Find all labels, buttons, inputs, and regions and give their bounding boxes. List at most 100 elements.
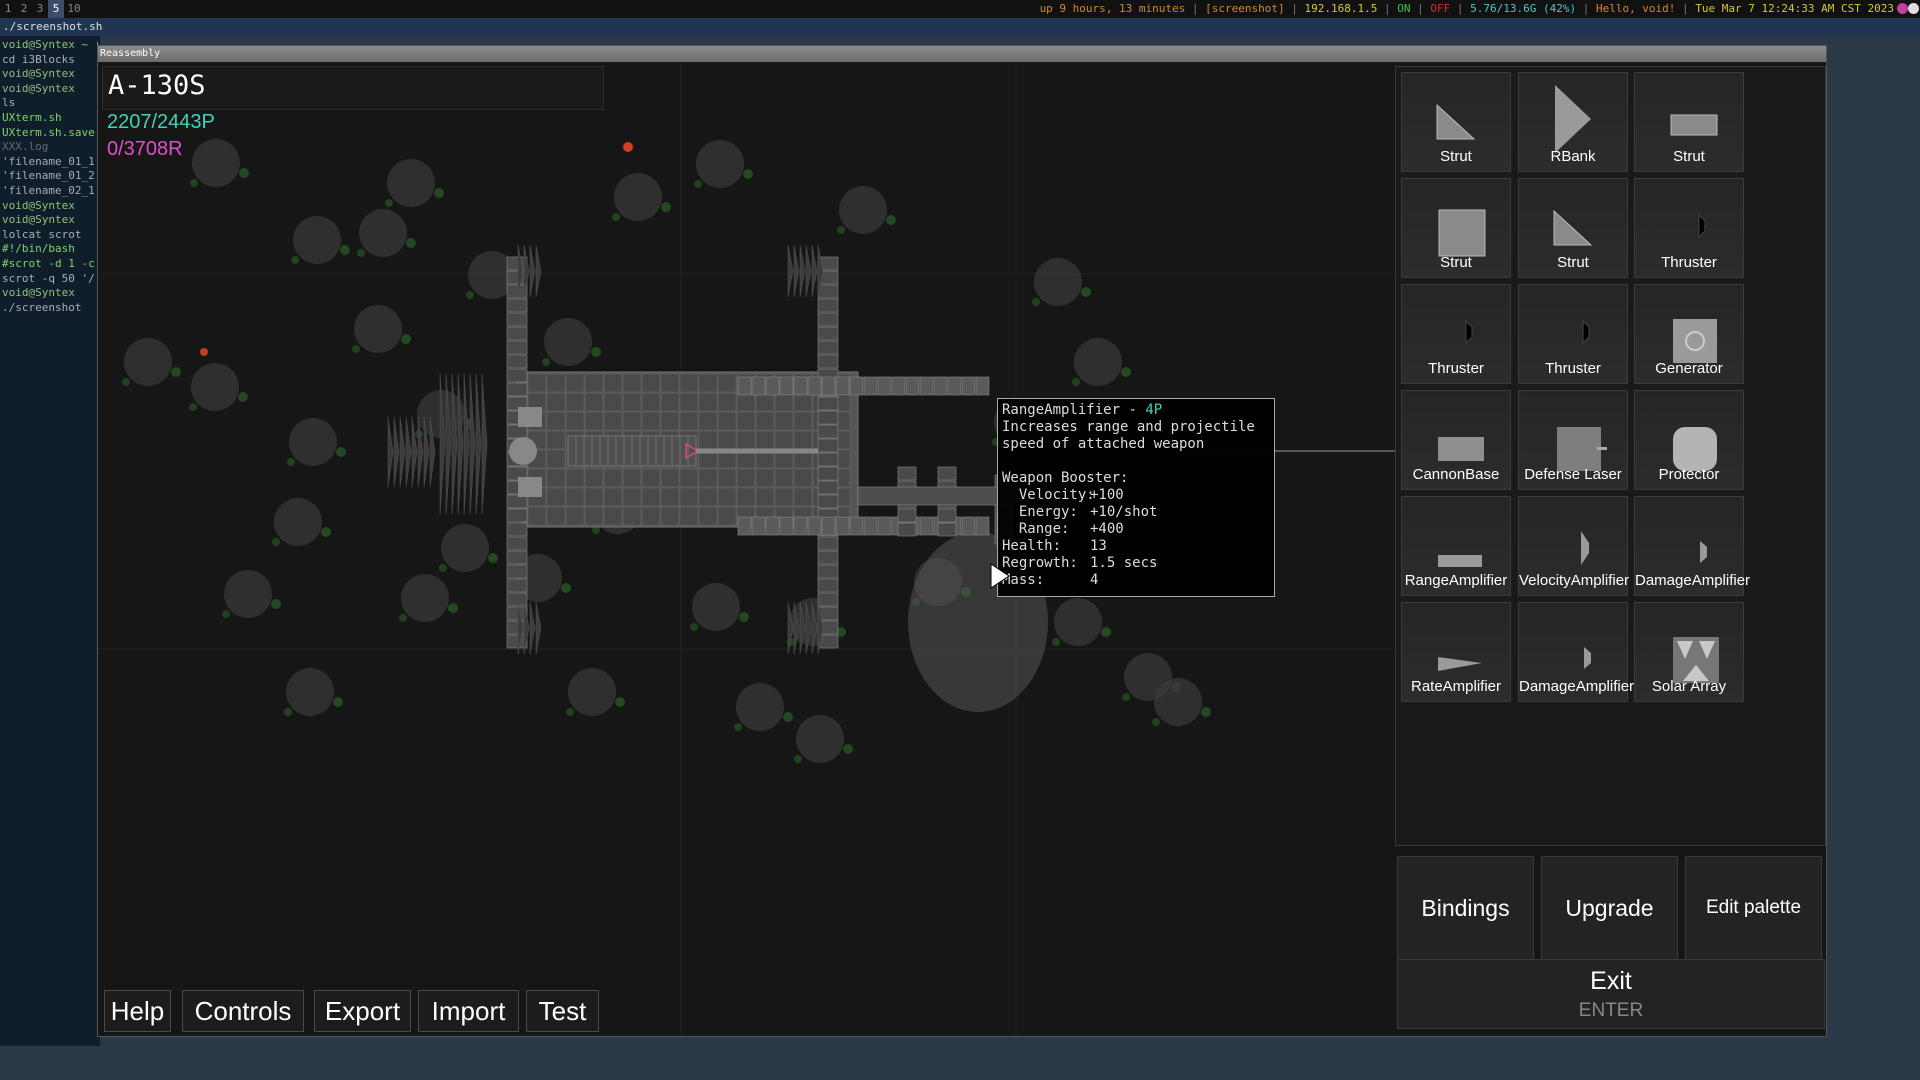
tray-app-icon-2[interactable] [1908, 3, 1919, 14]
right-triangle-icon [1553, 209, 1593, 246]
terminal-line: ls [2, 96, 16, 110]
palette-item-label: RBank [1550, 148, 1596, 165]
workspace-3[interactable]: 3 [32, 0, 48, 18]
palette-item-label: RangeAmplifier [1404, 572, 1508, 589]
tray-app-icon[interactable] [1897, 3, 1908, 14]
memory-text: 5.76/13.6G (42%) [1470, 2, 1577, 15]
tooltip-health-label: Health: [1002, 538, 1062, 554]
exit-button[interactable]: Exit ENTER [1397, 959, 1825, 1029]
tooltip-desc-2: speed of attached weapon [1002, 436, 1205, 452]
palette-item-label: CannonBase [1412, 466, 1500, 483]
export-button[interactable]: Export [314, 990, 411, 1032]
workspace-2[interactable]: 2 [16, 0, 32, 18]
palette-item-defense-laser[interactable]: Defense Laser [1518, 390, 1628, 490]
damage-amplifier-icon [1700, 541, 1707, 563]
terminal-line: void@Syntex [2, 198, 75, 212]
edit-palette-button[interactable]: Edit palette [1685, 856, 1822, 960]
import-button[interactable]: Import [418, 990, 519, 1032]
palette-item-label: RateAmplifier [1410, 678, 1502, 695]
square-icon [1438, 209, 1486, 257]
palette-item-rateamplifier[interactable]: RateAmplifier [1401, 602, 1511, 702]
tooltip-range-label: Range: [1002, 521, 1070, 537]
palette-item-generator[interactable]: Generator [1634, 284, 1744, 384]
palette-item-strut[interactable]: Strut [1401, 72, 1511, 172]
controls-button[interactable]: Controls [182, 990, 304, 1032]
resources-counter: 0/3708R [107, 138, 183, 160]
terminal-line: XXX.log [2, 140, 49, 154]
palette-item-strut[interactable]: Strut [1518, 178, 1628, 278]
workspace-5[interactable]: 5 [48, 0, 64, 18]
palette-item-rbank[interactable]: RBank [1518, 72, 1628, 172]
help-button[interactable]: Help [104, 990, 171, 1032]
palette-item-thruster[interactable]: Thruster [1518, 284, 1628, 384]
uptime-text: up 9 hours, 13 minutes [1039, 2, 1186, 15]
palette-item-damageamplifier[interactable]: DamageAmplifier [1518, 602, 1635, 702]
cannon-base-icon [1438, 437, 1484, 461]
range-amplifier-icon [1438, 555, 1482, 567]
tooltip-mass: 4 [1090, 572, 1099, 588]
palette-item-label: Solar Array [1651, 678, 1727, 695]
palette-item-thruster[interactable]: Thruster [1401, 284, 1511, 384]
terminal-line: ./screenshot [2, 300, 82, 314]
game-window-title: Reassembly [98, 46, 1826, 62]
palette-item-velocityamplifier[interactable]: VelocityAmplifier [1518, 496, 1629, 596]
terminal-line: lolcat scrot [2, 227, 82, 241]
triangle-icon [1555, 85, 1591, 153]
rate-amplifier-icon [1438, 657, 1482, 671]
game-window[interactable]: Reassembly A-130S 2207/2443P 0/3708R Ran… [97, 45, 1827, 1037]
protector-icon [1673, 427, 1717, 471]
palette-item-label: DamageAmplifier [1635, 572, 1751, 589]
palette-item-damageamplifier[interactable]: DamageAmplifier [1634, 496, 1751, 596]
palette-item-strut[interactable]: Strut [1634, 72, 1744, 172]
palette-item-label: Strut [1673, 148, 1705, 165]
screenshot-text: [screenshot] [1205, 2, 1285, 15]
right-triangle-icon [1436, 103, 1476, 140]
block-palette: Strut RBank Strut Strut Strut Thruster Thruste… [1395, 66, 1826, 846]
palette-item-label: DamageAmplifier [1519, 678, 1635, 695]
terminal-line: #scrot -d 1 -c [2, 256, 95, 270]
damage-amplifier-icon [1584, 647, 1591, 669]
palette-item-label: Strut [1440, 148, 1472, 165]
tooltip-energy-label: Energy: [1002, 504, 1078, 520]
terminal-window[interactable]: void@Syntex ~ (main) cd i3Blocks void@Syn… [0, 36, 100, 1046]
palette-item-label: Strut [1440, 254, 1472, 271]
palette-item-label: Generator [1655, 360, 1723, 377]
workspace-1[interactable]: 1 [0, 0, 16, 18]
bindings-button[interactable]: Bindings [1397, 856, 1534, 960]
terminal-line: scrot -q 50 '/ [2, 271, 95, 285]
solar-array-icon [1673, 637, 1719, 683]
tooltip-mass-label: Mass: [1002, 572, 1045, 588]
terminal-line: 'filename_01_2 [2, 169, 95, 183]
datetime-text: Tue Mar 7 12:24:33 AM CST 2023 [1695, 2, 1894, 15]
upgrade-button[interactable]: Upgrade [1541, 856, 1678, 960]
tooltip-cost: 4P [1145, 402, 1163, 418]
palette-item-cannonbase[interactable]: CannonBase [1401, 390, 1511, 490]
test-button[interactable]: Test [526, 990, 599, 1032]
workspace-10[interactable]: 10 [64, 0, 84, 18]
palette-item-strut[interactable]: Strut [1401, 178, 1511, 278]
status-blocks: up 9 hours, 13 minutes | [screenshot] | … [1039, 2, 1894, 15]
palette-item-solar-array[interactable]: Solar Array [1634, 602, 1744, 702]
tooltip-name: RangeAmplifier [1002, 402, 1121, 418]
palette-item-thruster[interactable]: Thruster [1634, 178, 1744, 278]
terminal-line: UXterm.sh.save [2, 125, 95, 139]
mouse-cursor-icon [990, 563, 1010, 589]
tooltip-energy: +10/shot [1090, 504, 1158, 520]
thruster-icon [1698, 213, 1706, 239]
ship-name[interactable]: A-130S [108, 70, 206, 101]
terminal-line: cd i3Blocks [2, 52, 75, 66]
tooltip-booster: Weapon Booster: [1002, 470, 1129, 486]
terminal-line: void@Syntex [2, 213, 75, 227]
ship-editor-area[interactable]: A-130S 2207/2443P 0/3708R RangeAmplifier… [98, 62, 1826, 1036]
net-off-text: OFF [1430, 2, 1451, 15]
palette-item-protector[interactable]: Protector [1634, 390, 1744, 490]
rectangle-icon [1670, 114, 1718, 136]
palette-item-label: Strut [1557, 254, 1589, 271]
tooltip-regrowth: 1.5 secs [1090, 555, 1158, 571]
greeting-text: Hello, void! [1595, 2, 1676, 15]
velocity-amplifier-icon [1581, 531, 1589, 565]
palette-item-rangeamplifier[interactable]: RangeAmplifier [1401, 496, 1511, 596]
terminal-title: ./screenshot.sh [0, 18, 1920, 36]
terminal-line: void@Syntex ~ (main) [2, 38, 98, 51]
tooltip-velocity: +100 [1090, 487, 1124, 503]
